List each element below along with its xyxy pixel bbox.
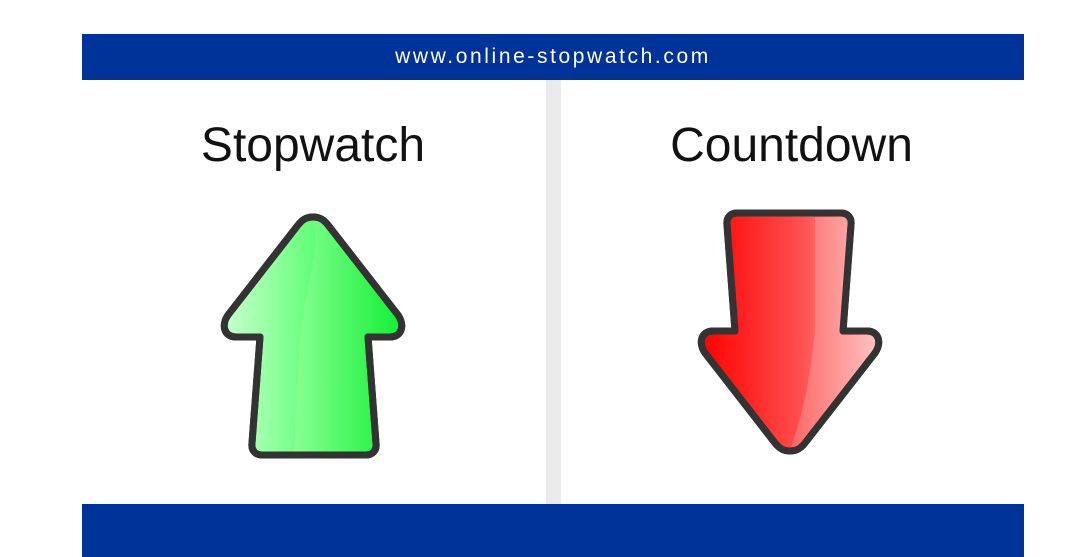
arrow-up-icon[interactable] — [218, 211, 408, 459]
site-url-text: www.online-stopwatch.com — [395, 45, 711, 68]
stopwatch-title[interactable]: Stopwatch — [80, 122, 546, 170]
stopwatch-panel[interactable]: Stopwatch — [82, 80, 546, 504]
countdown-panel[interactable]: Countdown — [561, 80, 1024, 504]
countdown-title[interactable]: Countdown — [559, 122, 1024, 170]
arrow-down-icon[interactable] — [695, 209, 885, 457]
site-header-bar: www.online-stopwatch.com — [82, 34, 1024, 80]
site-footer-bar — [82, 504, 1024, 557]
